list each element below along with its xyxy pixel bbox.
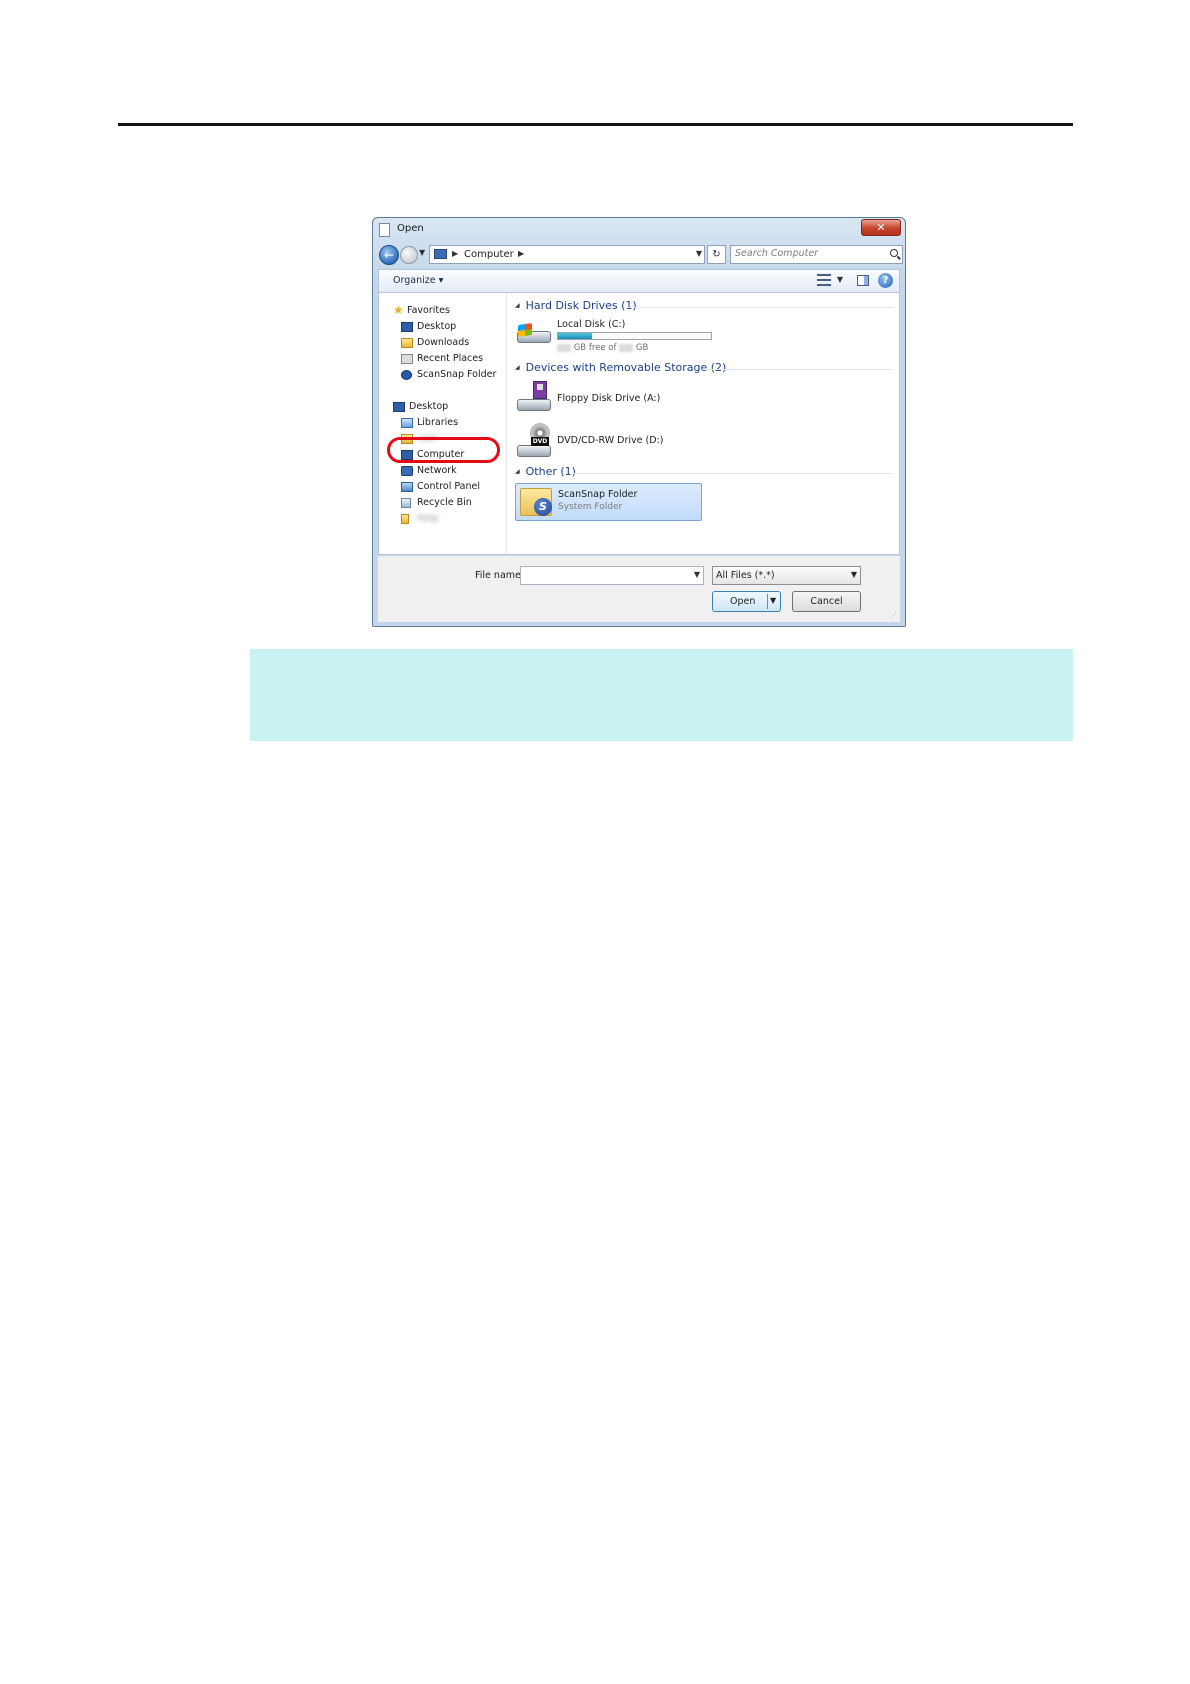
forward-button[interactable] — [400, 246, 418, 264]
back-button[interactable]: ← — [379, 245, 399, 265]
group-divider — [627, 307, 893, 308]
drive-name: DVD/CD-RW Drive (D:) — [557, 435, 664, 446]
group-title: Hard Disk Drives (1) — [525, 299, 637, 312]
group-header-removable[interactable]: ◢ Devices with Removable Storage (2) — [515, 361, 726, 375]
file-name-combobox[interactable]: ▼ — [520, 566, 704, 585]
dialog-footer: File name: ▼ All Files (*.*) ▼ Open ▼ Ca… — [378, 556, 900, 622]
open-button[interactable]: Open ▼ — [712, 591, 781, 612]
split-divider — [767, 594, 768, 609]
drive-local-disk[interactable]: Local Disk (C:) GB free of GB — [515, 317, 715, 355]
breadcrumb-separator-icon[interactable]: ▶ — [452, 249, 458, 258]
search-input[interactable] — [735, 248, 875, 259]
organize-menu[interactable]: Organize ▾ — [393, 275, 443, 286]
group-title: Devices with Removable Storage (2) — [525, 361, 727, 374]
disk-usage-fill — [558, 333, 592, 339]
collapse-triangle-icon[interactable]: ◢ — [515, 302, 520, 309]
free-space-text: GB free of — [573, 343, 617, 353]
nav-item-label: Control Panel — [417, 481, 480, 492]
nav-item-label: Libraries — [417, 417, 459, 428]
title-bar: Open ✕ — [373, 218, 905, 242]
page-header-rule — [118, 123, 1073, 126]
navigation-pane: ★ Favorites Desktop Downloads Recent Pla… — [379, 293, 507, 554]
item-scansnap-folder[interactable]: S ScanSnap Folder System Folder — [515, 483, 702, 521]
cancel-button[interactable]: Cancel — [792, 591, 861, 612]
drive-floppy[interactable]: Floppy Disk Drive (A:) — [515, 381, 695, 419]
total-space-unit: GB — [635, 343, 649, 353]
libraries-icon — [401, 418, 413, 428]
nav-item-label: ScanSnap Folder — [417, 369, 497, 380]
disk-usage-bar — [557, 332, 712, 340]
close-button[interactable]: ✕ — [861, 219, 901, 236]
open-dialog: Open ✕ ← ▼ ▶ Computer ▶ ▼ ↻ Organize ▾ ▼… — [372, 217, 906, 627]
navigation-bar: ← ▼ ▶ Computer ▶ ▼ ↻ — [377, 244, 903, 266]
open-dropdown-icon[interactable]: ▼ — [770, 596, 776, 605]
history-dropdown-icon[interactable]: ▼ — [419, 248, 425, 257]
preview-pane-icon[interactable] — [857, 275, 869, 286]
windows-logo-icon — [518, 323, 532, 337]
refresh-button[interactable]: ↻ — [707, 245, 726, 264]
search-icon[interactable] — [890, 249, 898, 257]
filter-dropdown-icon[interactable]: ▼ — [851, 570, 857, 579]
file-type-value: All Files (*.*) — [716, 570, 775, 581]
views-dropdown-icon[interactable]: ▼ — [837, 275, 843, 284]
search-box[interactable] — [730, 245, 903, 264]
item-type: System Folder — [558, 502, 623, 512]
star-icon: ★ — [393, 303, 404, 317]
collapse-triangle-icon[interactable]: ◢ — [515, 468, 520, 475]
desktop-icon — [393, 402, 405, 412]
dialog-title: Open — [397, 223, 424, 234]
address-bar[interactable]: ▶ Computer ▶ ▼ — [429, 245, 705, 264]
file-type-filter[interactable]: All Files (*.*) ▼ — [712, 566, 861, 585]
breadcrumb-chevron-icon[interactable]: ▶ — [518, 249, 524, 258]
file-name-label: File name: — [475, 570, 525, 581]
hard-drive-icon — [515, 317, 553, 351]
drive-free-space: GB free of GB — [557, 343, 648, 353]
file-list-pane: ◢ Hard Disk Drives (1) Local Disk (C:) GB… — [507, 293, 899, 554]
group-divider — [707, 369, 893, 370]
group-header-hard-disk[interactable]: ◢ Hard Disk Drives (1) — [515, 299, 637, 313]
computer-highlight-ring — [387, 437, 500, 463]
dvd-badge: DVD — [531, 437, 549, 446]
scansnap-icon: S — [534, 498, 552, 516]
group-header-other[interactable]: ◢ Other (1) — [515, 465, 576, 479]
desktop-icon — [401, 322, 413, 332]
note-box — [250, 649, 1073, 741]
drive-name: Local Disk (C:) — [557, 319, 626, 330]
floppy-drive-icon — [515, 381, 553, 415]
computer-icon — [434, 249, 447, 259]
group-divider — [573, 473, 893, 474]
resize-grip-icon[interactable]: ⋰ — [890, 611, 897, 619]
nav-favorites-label: Favorites — [407, 305, 450, 316]
command-toolbar: Organize ▾ ▼ ? — [378, 269, 900, 293]
views-icon[interactable] — [817, 274, 831, 286]
nav-item-label: Desktop — [409, 401, 449, 412]
item-name: ScanSnap Folder — [558, 489, 638, 500]
group-title: Other (1) — [525, 465, 576, 478]
nav-item-label: Help — [417, 513, 439, 524]
network-icon — [401, 466, 413, 476]
nav-item-label: Downloads — [417, 337, 470, 348]
drive-dvd[interactable]: DVD DVD/CD-RW Drive (D:) — [515, 423, 695, 461]
content-area: ★ Favorites Desktop Downloads Recent Pla… — [378, 293, 900, 555]
dvd-drive-icon: DVD — [515, 423, 553, 457]
recent-places-icon — [401, 354, 413, 364]
nav-item-label: Network — [417, 465, 457, 476]
file-name-dropdown-icon[interactable]: ▼ — [694, 570, 700, 579]
control-panel-icon — [401, 482, 413, 492]
open-button-label: Open — [730, 596, 756, 607]
downloads-folder-icon — [401, 338, 413, 348]
address-dropdown-icon[interactable]: ▼ — [696, 249, 702, 258]
nav-item-label: Recycle Bin — [417, 497, 472, 508]
file-name-input[interactable] — [524, 569, 684, 580]
scansnap-icon — [401, 370, 412, 380]
help-icon[interactable]: ? — [878, 273, 893, 288]
breadcrumb-computer[interactable]: Computer — [464, 249, 514, 260]
folder-icon — [401, 514, 409, 524]
collapse-triangle-icon[interactable]: ◢ — [515, 364, 520, 371]
nav-item-label: Recent Places — [417, 353, 484, 364]
recycle-bin-icon — [401, 498, 411, 508]
drive-name: Floppy Disk Drive (A:) — [557, 393, 661, 404]
nav-item-label: Desktop — [417, 321, 457, 332]
document-icon — [379, 223, 390, 237]
